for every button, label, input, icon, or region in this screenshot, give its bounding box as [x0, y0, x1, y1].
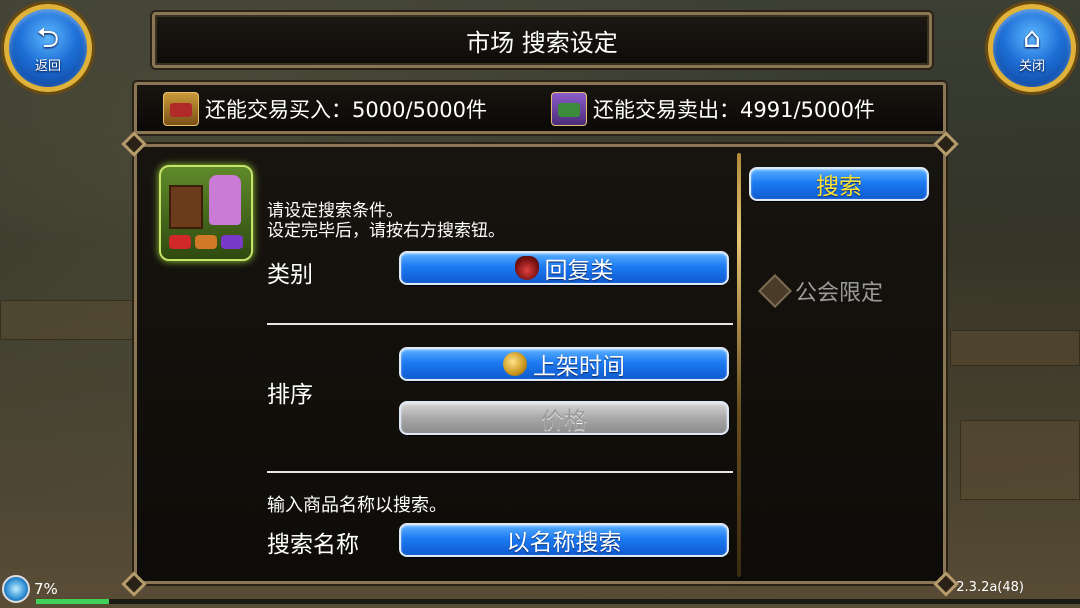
shelf-shape: [169, 185, 203, 229]
sort-label: 排序: [267, 382, 313, 408]
buy-limit-text: 还能交易买入：5000/5000件: [205, 98, 487, 122]
frame-corner-ornament: [933, 131, 959, 157]
back-button-label: 返回: [34, 58, 61, 74]
potion-icon: [514, 256, 539, 280]
close-button[interactable]: ⌂ 关闭: [988, 4, 1076, 92]
search-button-label: 搜索: [816, 174, 862, 200]
background-plank: [950, 330, 1080, 366]
vertical-divider: [737, 153, 741, 577]
version-text: 2.3.2a(48): [956, 580, 1024, 595]
market-stall-icon: [159, 165, 253, 261]
progress-fill: [36, 599, 110, 604]
instruction-text: 设定完毕后，请按右方搜索钮。: [267, 221, 505, 241]
page-title: 市场 搜索设定: [152, 12, 932, 68]
fruit-shape: [169, 235, 191, 249]
frame-corner-ornament: [933, 571, 959, 597]
sell-limit-text: 还能交易卖出：4991/5000件: [593, 98, 875, 122]
sort-price-label: 价格: [541, 408, 587, 434]
fruit-shape: [221, 235, 243, 249]
progress-bar: [36, 598, 1080, 604]
background-plank: [960, 420, 1080, 500]
background-plank: [0, 300, 140, 340]
market-sell-icon: [551, 92, 587, 126]
name-search-button-label: 以名称搜索: [506, 530, 622, 556]
divider: [267, 323, 733, 325]
search-button[interactable]: 搜索: [749, 167, 929, 201]
category-button[interactable]: 回复类: [399, 251, 729, 285]
frame-corner-ornament: [121, 131, 147, 157]
frame-corner-ornament: [121, 571, 147, 597]
coin-icon: [503, 352, 527, 376]
divider: [267, 471, 733, 473]
sort-by-time-button[interactable]: 上架时间: [399, 347, 729, 381]
trade-limit-bar: 还能交易买入：5000/5000件 还能交易卖出：4991/5000件: [134, 82, 946, 134]
buy-limit: 还能交易买入：5000/5000件: [163, 91, 487, 127]
sort-time-label: 上架时间: [533, 354, 625, 380]
dress-shape: [209, 175, 241, 225]
diamond-icon: [758, 274, 792, 308]
name-search-button[interactable]: 以名称搜索: [399, 523, 729, 557]
loading-orb-icon: [2, 575, 30, 603]
progress-text: 7%: [34, 580, 58, 598]
fruit-shape: [195, 235, 217, 249]
search-name-label: 搜索名称: [267, 532, 359, 558]
sort-by-price-button[interactable]: 价格: [399, 401, 729, 435]
guild-limit-label: 公会限定: [795, 281, 884, 306]
close-button-label: 关闭: [1018, 58, 1045, 74]
category-label: 类别: [267, 262, 313, 288]
instruction-text: 请设定搜索条件。: [267, 201, 403, 221]
guild-limit-toggle[interactable]: 公会限定: [758, 274, 884, 308]
back-button[interactable]: ⮌ 返回: [4, 4, 92, 92]
name-search-hint: 输入商品名称以搜索。: [267, 495, 447, 516]
return-arrow-icon: ⮌: [36, 20, 60, 54]
home-icon: ⌂: [1023, 20, 1041, 54]
market-buy-icon: [163, 92, 199, 126]
search-settings-panel: 请设定搜索条件。 设定完毕后，请按右方搜索钮。 类别 回复类 排序 上架时间 价…: [121, 131, 959, 597]
sell-limit: 还能交易卖出：4991/5000件: [551, 91, 875, 127]
category-value: 回复类: [544, 258, 614, 284]
